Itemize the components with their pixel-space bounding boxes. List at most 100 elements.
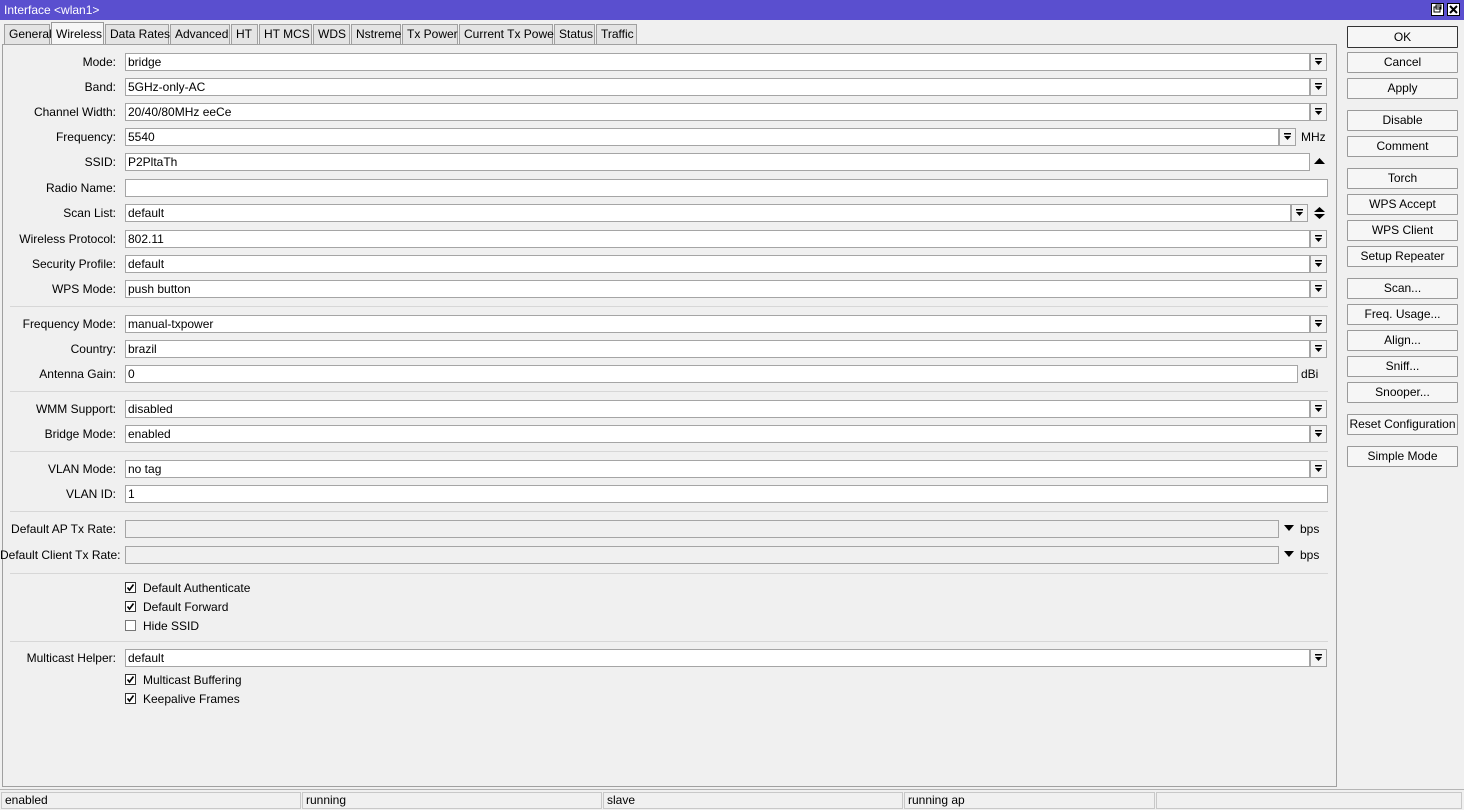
ssid-label: SSID:	[84, 155, 116, 169]
default-forward-label: Default Forward	[143, 600, 229, 614]
status-bar: enabled running slave running ap	[0, 789, 1464, 810]
default-authenticate-checkbox[interactable]	[125, 582, 136, 593]
window-title: Interface <wlan1>	[4, 3, 100, 17]
tab-traffic[interactable]: Traffic	[596, 24, 637, 44]
separator	[10, 306, 1328, 307]
setup-repeater-button[interactable]: Setup Repeater	[1347, 246, 1458, 267]
frequency-select[interactable]: 5540	[125, 128, 1279, 146]
disable-button[interactable]: Disable	[1347, 110, 1458, 131]
bridge-mode-dropdown-icon[interactable]	[1310, 425, 1327, 443]
wireless-protocol-select[interactable]: 802.11	[125, 230, 1310, 248]
frequency-mode-select[interactable]: manual-txpower	[125, 315, 1310, 333]
wps-accept-button[interactable]: WPS Accept	[1347, 194, 1458, 215]
reset-configuration-button[interactable]: Reset Configuration	[1347, 414, 1458, 435]
status-slave: slave	[603, 792, 903, 809]
frequency-dropdown-icon[interactable]	[1279, 128, 1296, 146]
status-empty	[1156, 792, 1462, 809]
frequency-mode-label: Frequency Mode:	[22, 317, 116, 331]
frequency-mode-dropdown-icon[interactable]	[1310, 315, 1327, 333]
multicast-buffering-label: Multicast Buffering	[143, 673, 242, 687]
sniff-button[interactable]: Sniff...	[1347, 356, 1458, 377]
vlan-mode-label: VLAN Mode:	[47, 462, 116, 476]
vlan-mode-select[interactable]: no tag	[125, 460, 1310, 478]
default-ap-tx-rate-dropdown-icon[interactable]	[1284, 525, 1294, 532]
hide-ssid-label: Hide SSID	[143, 619, 200, 633]
separator	[10, 573, 1328, 574]
mode-select[interactable]: bridge	[125, 53, 1310, 71]
torch-button[interactable]: Torch	[1347, 168, 1458, 189]
scan-list-up-down-icon[interactable]	[1314, 206, 1325, 220]
tab-nstreme[interactable]: Nstreme	[351, 24, 401, 44]
wps-mode-select[interactable]: push button	[125, 280, 1310, 298]
tab-ht-mcs[interactable]: HT MCS	[259, 24, 312, 44]
tab-ht[interactable]: HT	[231, 24, 258, 44]
wmm-support-select[interactable]: disabled	[125, 400, 1310, 418]
cancel-button[interactable]: Cancel	[1347, 52, 1458, 73]
default-forward-checkbox[interactable]	[125, 601, 136, 612]
scan-list-dropdown-icon[interactable]	[1291, 204, 1308, 222]
tab-general[interactable]: General	[4, 24, 52, 44]
close-icon[interactable]	[1447, 3, 1460, 16]
restore-icon[interactable]	[1431, 3, 1444, 16]
security-profile-label: Security Profile:	[31, 257, 116, 271]
security-profile-dropdown-icon[interactable]	[1310, 255, 1327, 273]
multicast-helper-dropdown-icon[interactable]	[1310, 649, 1327, 667]
multicast-helper-select[interactable]: default	[125, 649, 1310, 667]
keepalive-frames-label: Keepalive Frames	[143, 692, 240, 706]
bridge-mode-select[interactable]: enabled	[125, 425, 1310, 443]
frequency-unit: MHz	[1301, 130, 1326, 144]
separator	[10, 641, 1328, 642]
tab-advanced[interactable]: Advanced	[170, 24, 230, 44]
ok-button[interactable]: OK	[1347, 26, 1458, 48]
vlan-id-input[interactable]: 1	[125, 485, 1328, 503]
tab-wireless[interactable]: Wireless	[51, 22, 104, 45]
align-button[interactable]: Align...	[1347, 330, 1458, 351]
radio-name-input[interactable]	[125, 179, 1328, 197]
multicast-buffering-checkbox[interactable]	[125, 674, 136, 685]
antenna-gain-label: Antenna Gain:	[39, 367, 116, 381]
mode-dropdown-icon[interactable]	[1310, 53, 1327, 71]
wireless-protocol-dropdown-icon[interactable]	[1310, 230, 1327, 248]
country-select[interactable]: brazil	[125, 340, 1310, 358]
ssid-input[interactable]: P2PltaTh	[125, 153, 1310, 171]
scan-list-select[interactable]: default	[125, 204, 1291, 222]
security-profile-select[interactable]: default	[125, 255, 1310, 273]
default-ap-tx-rate-unit: bps	[1300, 522, 1320, 536]
default-client-tx-rate-dropdown-icon[interactable]	[1284, 551, 1294, 558]
collapse-up-icon[interactable]	[1314, 157, 1325, 165]
status-running: running	[302, 792, 602, 809]
channel-width-select[interactable]: 20/40/80MHz eeCe	[125, 103, 1310, 121]
separator	[10, 391, 1328, 392]
tab-tx-power[interactable]: Tx Power	[402, 24, 458, 44]
default-authenticate-label: Default Authenticate	[143, 581, 251, 595]
hide-ssid-checkbox[interactable]	[125, 620, 136, 631]
scan-button[interactable]: Scan...	[1347, 278, 1458, 299]
snooper-button[interactable]: Snooper...	[1347, 382, 1458, 403]
channel-width-label: Channel Width:	[33, 105, 116, 119]
tab-wds[interactable]: WDS	[313, 24, 350, 44]
default-client-tx-rate-input[interactable]	[125, 546, 1279, 564]
simple-mode-button[interactable]: Simple Mode	[1347, 446, 1458, 467]
band-dropdown-icon[interactable]	[1310, 78, 1327, 96]
band-select[interactable]: 5GHz-only-AC	[125, 78, 1310, 96]
wps-mode-dropdown-icon[interactable]	[1310, 280, 1327, 298]
tab-data-rates[interactable]: Data Rates	[105, 24, 170, 44]
frequency-label: Frequency:	[55, 130, 116, 144]
default-ap-tx-rate-input[interactable]	[125, 520, 1279, 538]
wmm-support-dropdown-icon[interactable]	[1310, 400, 1327, 418]
scan-list-label: Scan List:	[63, 206, 116, 220]
vlan-mode-dropdown-icon[interactable]	[1310, 460, 1327, 478]
default-ap-tx-rate-label: Default AP Tx Rate:	[11, 522, 116, 536]
country-dropdown-icon[interactable]	[1310, 340, 1327, 358]
tab-current-tx-power[interactable]: Current Tx Power	[459, 24, 558, 44]
antenna-gain-unit: dBi	[1301, 367, 1319, 381]
tab-status[interactable]: Status	[554, 24, 595, 44]
antenna-gain-input[interactable]: 0	[125, 365, 1298, 383]
keepalive-frames-checkbox[interactable]	[125, 693, 136, 704]
channel-width-dropdown-icon[interactable]	[1310, 103, 1327, 121]
multicast-helper-label: Multicast Helper:	[26, 651, 116, 665]
comment-button[interactable]: Comment	[1347, 136, 1458, 157]
freq-usage-button[interactable]: Freq. Usage...	[1347, 304, 1458, 325]
wps-client-button[interactable]: WPS Client	[1347, 220, 1458, 241]
apply-button[interactable]: Apply	[1347, 78, 1458, 99]
